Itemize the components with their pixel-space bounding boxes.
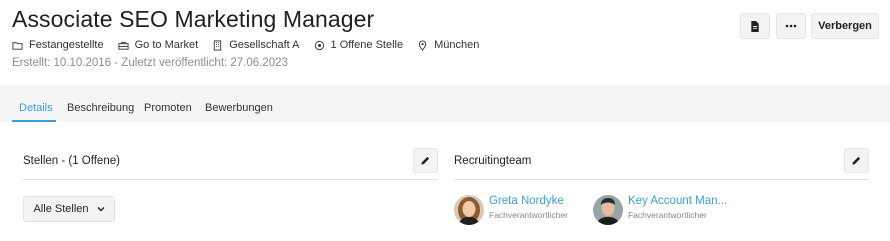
document-icon (751, 20, 759, 32)
edit-team-button[interactable] (844, 148, 869, 173)
meta-employment-type: Festangestellte (12, 39, 104, 51)
folder-icon (12, 41, 23, 50)
member-name[interactable]: Greta Nordyke (489, 195, 568, 207)
building-icon (214, 39, 222, 51)
job-header: Associate SEO Marketing Manager Festange… (0, 0, 890, 85)
location-pin-icon (418, 40, 427, 51)
edit-positions-button[interactable] (413, 148, 438, 173)
member-name[interactable]: Key Account Man... (628, 195, 727, 207)
tab-details[interactable]: Details (19, 102, 53, 114)
target-icon (314, 40, 324, 50)
positions-filter-select[interactable]: Alle Stellen (23, 196, 115, 222)
pencil-icon (852, 156, 861, 165)
meta-label: Gesellschaft A (229, 39, 300, 51)
hide-button[interactable]: Verbergen (811, 13, 879, 39)
created-published-dates: Erstellt: 10.10.2016 - Zuletzt veröffent… (12, 57, 288, 69)
meta-company: Gesellschaft A (212, 39, 300, 51)
recruiting-team-title: Recruitingteam (454, 155, 532, 167)
member-role: Fachverantwortlicher (489, 210, 568, 220)
chevron-down-icon (97, 207, 105, 212)
member-role: Fachverantwortlicher (628, 210, 707, 220)
meta-label: München (434, 39, 480, 51)
avatar (593, 195, 623, 225)
job-meta: Festangestellte Go to Market Gesellschaf… (12, 39, 493, 51)
meta-label: Go to Market (134, 39, 199, 51)
meta-open-positions: 1 Offene Stelle (314, 39, 404, 51)
positions-filter-label: Alle Stellen (33, 203, 89, 215)
tab-bar: Details Beschreibung Promoten Bewerbunge… (0, 85, 890, 122)
meta-department: Go to Market (118, 39, 199, 51)
team-divider (454, 179, 869, 180)
briefcase-icon (118, 41, 129, 50)
tab-promote[interactable]: Promoten (144, 102, 192, 114)
meta-location: München (417, 39, 479, 51)
meta-label: Festangestellte (29, 39, 104, 51)
meta-label: 1 Offene Stelle (330, 39, 404, 51)
more-options-button[interactable] (776, 13, 806, 39)
details-content: Stellen - (1 Offene) Alle Stellen Recrui… (0, 122, 890, 241)
tab-description[interactable]: Beschreibung (67, 102, 134, 114)
pencil-icon (421, 156, 430, 165)
page-title: Associate SEO Marketing Manager (12, 6, 375, 32)
positions-divider (23, 179, 438, 180)
team-member[interactable]: Greta Nordyke Fachverantwortlicher (454, 195, 568, 225)
avatar (454, 195, 484, 225)
team-member[interactable]: Key Account Man... Fachverantwortlicher (593, 195, 727, 225)
tab-applications[interactable]: Bewerbungen (205, 102, 273, 114)
more-icon (785, 24, 797, 28)
positions-title: Stellen - (1 Offene) (23, 155, 120, 167)
document-button[interactable] (740, 13, 770, 39)
